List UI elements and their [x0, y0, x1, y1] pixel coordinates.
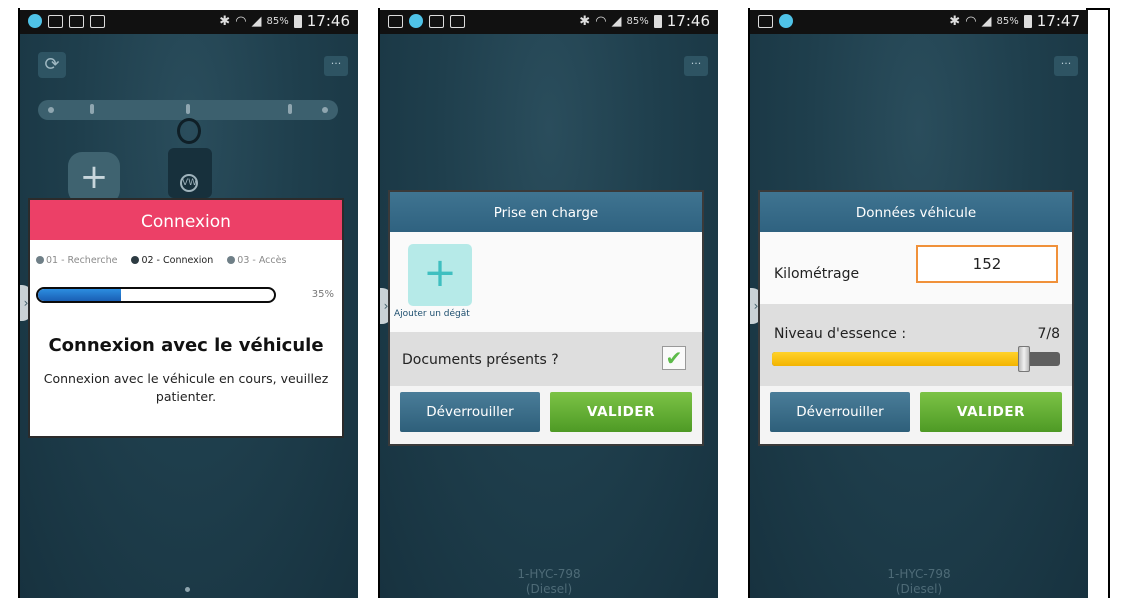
screenshot-icon [429, 14, 444, 28]
more-icon: ··· [690, 57, 702, 70]
dialog-title: Connexion [30, 200, 342, 240]
progress-percent: 35% [311, 289, 334, 300]
gallery-icon [758, 14, 773, 28]
dialog-message: Connexion avec le véhicule en cours, veu… [43, 371, 329, 404]
check-icon: ✔ [665, 346, 683, 370]
step-icon [131, 256, 140, 264]
refresh-button[interactable]: ⟳ [38, 52, 66, 78]
step-icon [227, 256, 236, 264]
fuel-slider-fill [772, 352, 1024, 366]
add-key-button[interactable]: + [68, 152, 120, 204]
step-connexion: 02 - Connexion [131, 255, 213, 266]
app-notification-icon [28, 14, 42, 28]
signal-icon: ◢ [981, 13, 992, 29]
refresh-icon: ⟳ [44, 54, 60, 75]
rack-screw-icon [48, 107, 54, 113]
vehicle-fuel-type: (Diesel) [895, 582, 943, 596]
chevron-right-icon: › [383, 299, 389, 313]
more-icon: ··· [1060, 57, 1072, 70]
phone-screen-prise-en-charge: ✱ ◠ ◢ 85% 17:46 ··· › Prise en charge + … [380, 10, 718, 598]
unlock-button[interactable]: Déverrouiller [770, 392, 910, 432]
signal-icon: ◢ [251, 13, 262, 29]
vehicle-plate: 1-HYC-798 [887, 567, 951, 581]
prise-en-charge-dialog: Prise en charge + Ajouter un dégât Docum… [390, 192, 702, 444]
connexion-dialog: Connexion 01 - Recherche 02 - Connexion … [30, 200, 342, 436]
more-icon: ··· [330, 57, 342, 70]
step-acces: 03 - Accès [227, 255, 286, 266]
mail-icon [450, 14, 465, 28]
frame-divider [1108, 8, 1110, 598]
wifi-icon: ◠ [235, 13, 247, 29]
gallery-icon [388, 14, 403, 28]
gallery-icon [48, 14, 63, 28]
progress-bar [36, 287, 276, 303]
app-notification-icon [409, 14, 423, 28]
key-rack [38, 100, 338, 120]
bluetooth-icon: ✱ [219, 13, 231, 29]
fuel-level-label: Niveau d'essence : [774, 326, 907, 342]
battery-icon [653, 14, 662, 28]
dialog-title: Prise en charge [390, 192, 702, 232]
add-damage-label: Ajouter un dégât [394, 309, 470, 319]
phone-screen-donnees-vehicule: ✱ ◠ ◢ 85% 17:47 ··· › Données véhicule K… [750, 10, 1088, 598]
rack-screw-icon [322, 107, 328, 113]
menu-button[interactable]: ··· [324, 56, 348, 76]
fuel-level-value: 7/8 [1037, 326, 1060, 342]
plus-icon: + [79, 157, 109, 197]
battery-percent: 85% [996, 15, 1019, 27]
menu-button[interactable]: ··· [684, 56, 708, 76]
rack-hook-icon [288, 104, 292, 114]
status-bar: ✱ ◠ ◢ 85% 17:47 [750, 10, 1088, 34]
bluetooth-icon: ✱ [579, 13, 591, 29]
chevron-right-icon: › [753, 299, 759, 313]
donnees-vehicule-dialog: Données véhicule Kilométrage 152 Niveau … [760, 192, 1072, 444]
rack-hook-icon [186, 104, 190, 114]
chevron-right-icon: › [23, 296, 29, 310]
vehicle-key[interactable]: VW [168, 148, 212, 198]
battery-icon [293, 14, 302, 28]
dialog-heading: Connexion avec le véhicule [48, 335, 324, 356]
step-recherche: 01 - Recherche [36, 255, 117, 266]
validate-button[interactable]: VALIDER [920, 392, 1062, 432]
frame-divider [1086, 8, 1110, 10]
app-notification-icon [779, 14, 793, 28]
wifi-icon: ◠ [595, 13, 607, 29]
keyring-icon [177, 118, 201, 144]
fuel-slider-thumb[interactable] [1018, 346, 1030, 372]
add-damage-button[interactable]: + [408, 244, 472, 306]
menu-button[interactable]: ··· [1054, 56, 1078, 76]
fuel-slider[interactable] [772, 352, 1060, 366]
battery-percent: 85% [626, 15, 649, 27]
km-label: Kilométrage [774, 266, 860, 282]
signal-icon: ◢ [611, 13, 622, 29]
clock: 17:47 [1036, 12, 1080, 30]
progress-bar-fill [38, 289, 121, 301]
status-bar: ✱ ◠ ◢ 85% 17:46 [20, 10, 358, 34]
clock: 17:46 [666, 12, 710, 30]
km-input[interactable]: 152 [916, 245, 1058, 283]
page-indicator [185, 587, 190, 592]
bluetooth-icon: ✱ [949, 13, 961, 29]
unlock-button[interactable]: Déverrouiller [400, 392, 540, 432]
step-icon [36, 256, 44, 264]
dialog-title: Données véhicule [760, 192, 1072, 232]
clock: 17:46 [306, 12, 350, 30]
rack-hook-icon [90, 104, 94, 114]
documents-label: Documents présents ? [402, 352, 559, 368]
status-bar: ✱ ◠ ◢ 85% 17:46 [380, 10, 718, 34]
wifi-icon: ◠ [965, 13, 977, 29]
plus-icon: + [423, 250, 457, 296]
documents-checkbox[interactable]: ✔ [662, 346, 686, 370]
vehicle-plate: 1-HYC-798 [517, 567, 581, 581]
fuel-row [760, 304, 1072, 386]
phone-screen-connexion: ✱ ◠ ◢ 85% 17:46 ⟳ ··· VW + › Connexion 0… [20, 10, 358, 598]
connection-steps: 01 - Recherche 02 - Connexion 03 - Accès [36, 255, 336, 266]
screenshot-icon [69, 14, 84, 28]
vehicle-fuel-type: (Diesel) [525, 582, 573, 596]
battery-icon [1023, 14, 1032, 28]
validate-button[interactable]: VALIDER [550, 392, 692, 432]
vw-logo-icon: VW [180, 174, 198, 192]
mail-icon [90, 14, 105, 28]
battery-percent: 85% [266, 15, 289, 27]
